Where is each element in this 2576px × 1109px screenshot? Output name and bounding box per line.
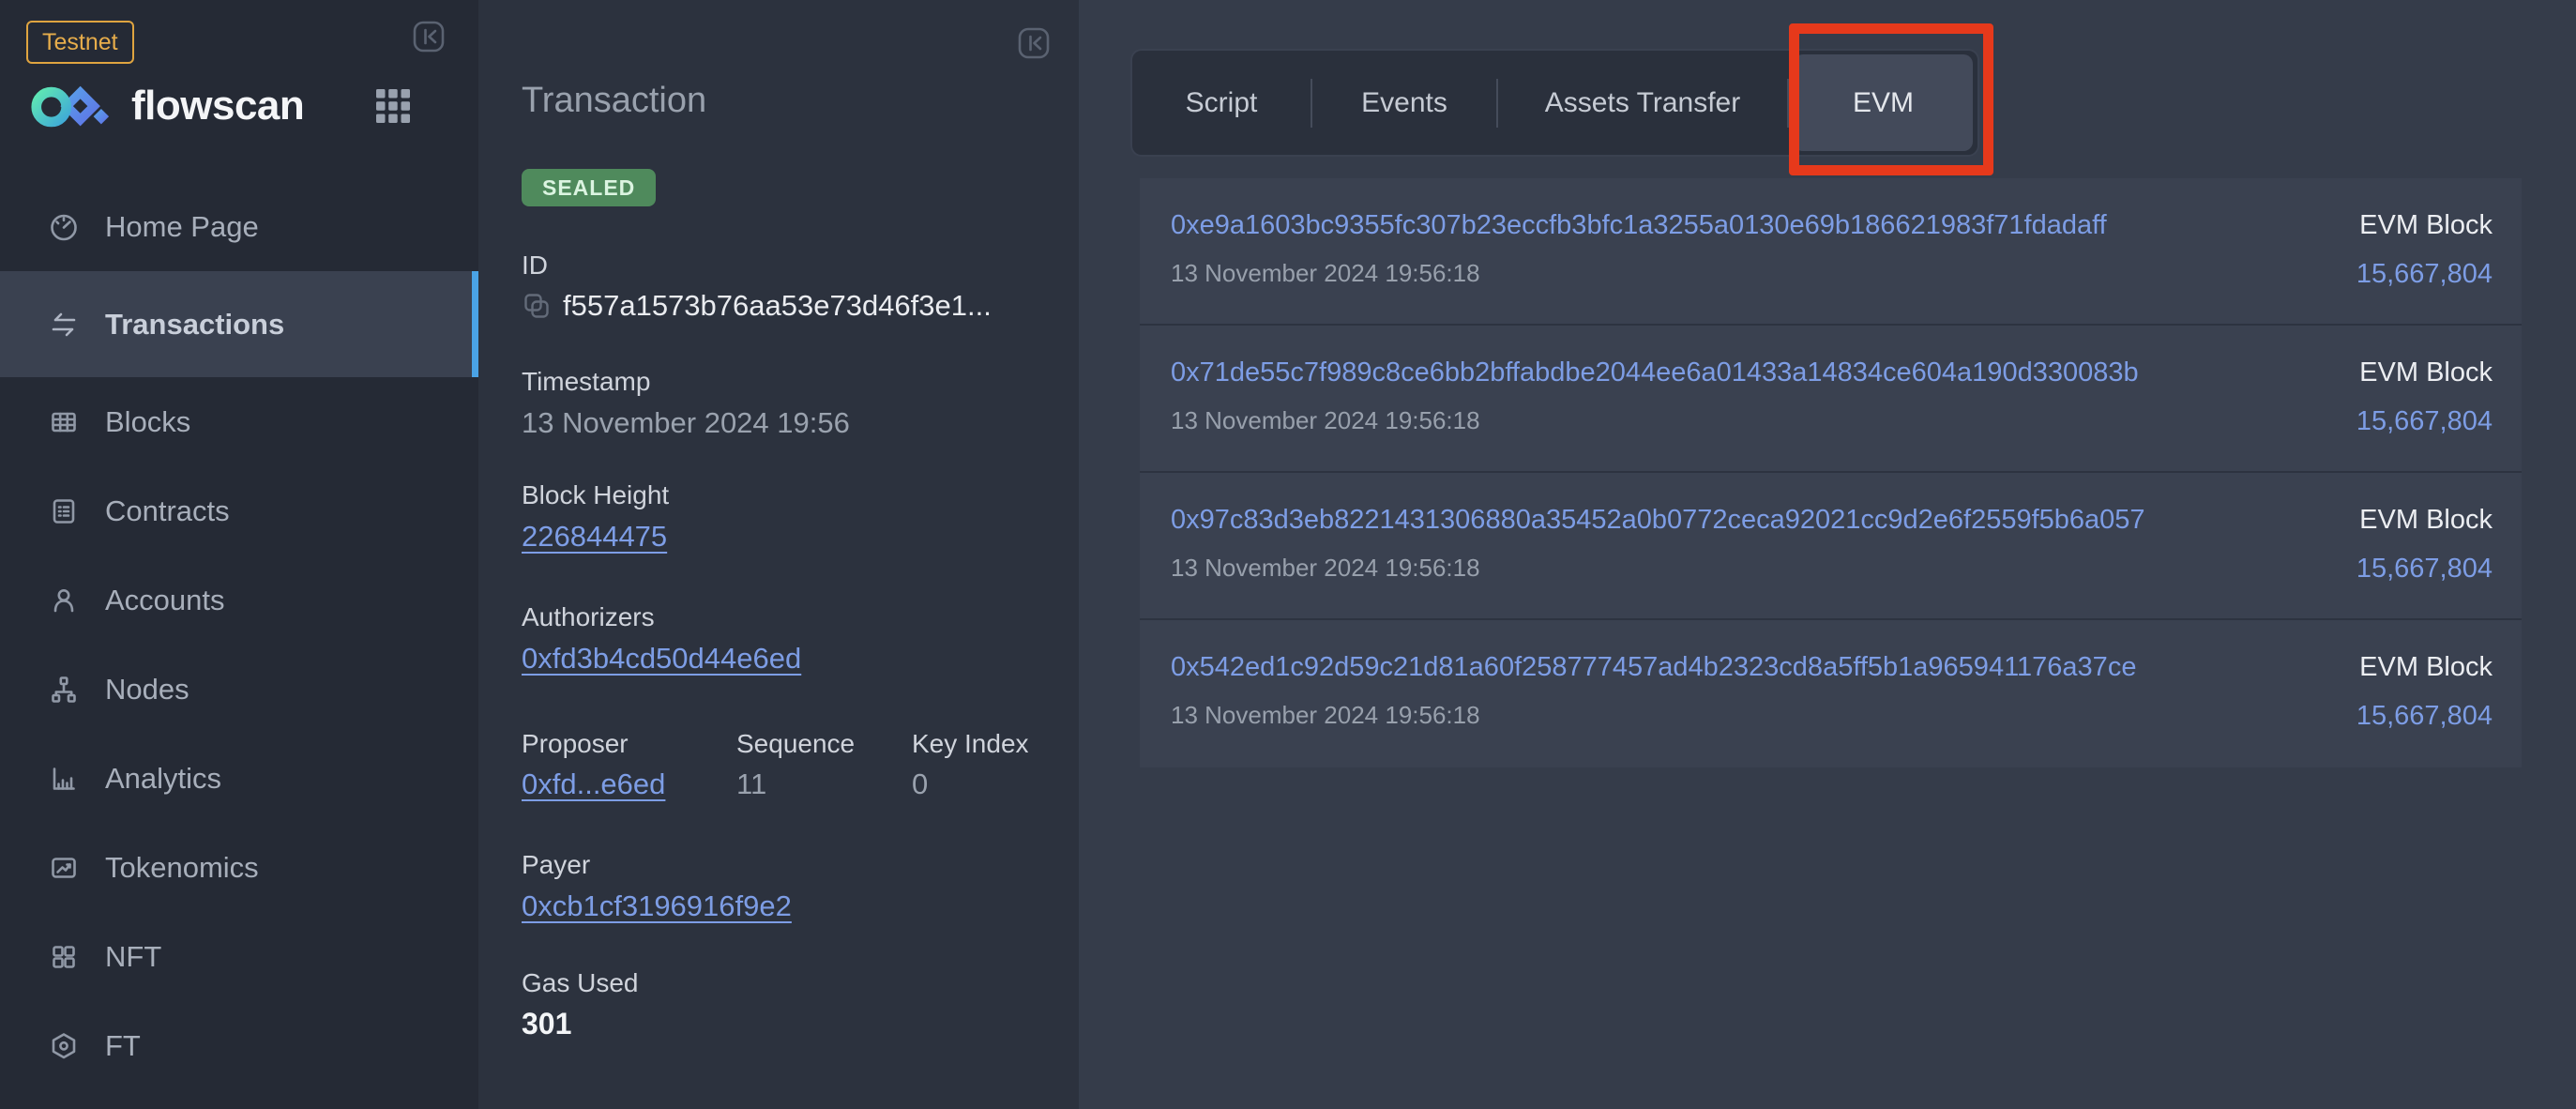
brand-name: flowscan — [131, 83, 304, 129]
collapse-sidebar-icon[interactable] — [413, 21, 445, 53]
tab-events[interactable]: Events — [1312, 51, 1496, 155]
evm-tx-timestamp: 13 November 2024 19:56:18 — [1171, 701, 1480, 730]
sidebar-item-nft[interactable]: NFT — [0, 912, 478, 1001]
bar-chart-icon — [45, 760, 83, 798]
transfer-arrows-icon — [45, 306, 83, 343]
field-block-height: Block Height 226844475 — [522, 479, 669, 554]
field-payer: Payer 0xcb1cf3196916f9e2 — [522, 849, 792, 924]
tab-assets-transfer[interactable]: Assets Transfer — [1498, 51, 1787, 155]
evm-transaction-row: 0x71de55c7f989c8ce6bb2bffabdbe2044ee6a01… — [1140, 326, 2522, 473]
field-label: Authorizers — [522, 601, 801, 633]
status-badge: SEALED — [522, 169, 656, 206]
field-proposer: Proposer 0xfd...e6ed — [522, 728, 665, 802]
sidebar-item-home-page[interactable]: Home Page — [0, 182, 478, 271]
evm-block-number-link[interactable]: 15,667,804 — [2356, 259, 2493, 290]
sidebar-item-accounts[interactable]: Accounts — [0, 555, 478, 645]
gas-used-value: 301 — [522, 1007, 639, 1041]
field-label: Proposer — [522, 728, 665, 760]
field-label: ID — [522, 250, 992, 281]
hierarchy-icon — [45, 671, 83, 708]
tab-evm[interactable]: EVM — [1794, 54, 1973, 151]
sidebar-item-contracts[interactable]: Contracts — [0, 466, 478, 555]
field-authorizers: Authorizers 0xfd3b4cd50d44e6ed — [522, 601, 801, 676]
sidebar-item-label: NFT — [105, 940, 161, 974]
evm-tx-hash-link[interactable]: 0x71de55c7f989c8ce6bb2bffabdbe2044ee6a01… — [1171, 357, 2139, 388]
evm-block-number-link[interactable]: 15,667,804 — [2356, 701, 2493, 732]
transaction-panel: Transaction SEALED ID f557a1573b76aa53e7… — [478, 0, 1079, 1109]
field-label: Gas Used — [522, 967, 639, 999]
person-icon — [45, 582, 83, 619]
evm-transaction-row: 0xe9a1603bc9355fc307b23eccfb3bfc1a3255a0… — [1140, 178, 2522, 326]
sidebar-item-label: Transactions — [105, 308, 284, 342]
sidebar-item-ft[interactable]: FT — [0, 1001, 478, 1090]
proposer-link[interactable]: 0xfd...e6ed — [522, 767, 665, 800]
evm-transaction-list: 0xe9a1603bc9355fc307b23eccfb3bfc1a3255a0… — [1140, 178, 2522, 767]
proposer-row: Proposer 0xfd...e6ed Sequence 11 Key Ind… — [522, 728, 1047, 841]
sidebar-item-label: Accounts — [105, 584, 225, 617]
field-label: Key Index — [912, 728, 1029, 760]
sequence-value: 11 — [736, 767, 855, 802]
tab-divider — [1787, 79, 1789, 128]
sidebar-item-label: FT — [105, 1029, 141, 1063]
grid-2x2-icon — [45, 938, 83, 976]
field-sequence: Sequence 11 — [736, 728, 855, 802]
evm-tx-hash-link[interactable]: 0x97c83d3eb8221431306880a35452a0b0772cec… — [1171, 505, 2145, 536]
evm-block-label: EVM Block — [2359, 505, 2493, 536]
transaction-id-value: f557a1573b76aa53e73d46f3e1... — [563, 288, 992, 324]
block-height-link[interactable]: 226844475 — [522, 520, 667, 553]
evm-tx-hash-link[interactable]: 0x542ed1c92d59c21d81a60f258777457ad4b232… — [1171, 652, 2136, 683]
payer-link[interactable]: 0xcb1cf3196916f9e2 — [522, 889, 792, 922]
field-label: Sequence — [736, 728, 855, 760]
evm-block-number-link[interactable]: 15,667,804 — [2356, 406, 2493, 437]
evm-tx-hash-link[interactable]: 0xe9a1603bc9355fc307b23eccfb3bfc1a3255a0… — [1171, 210, 2107, 241]
brand[interactable]: flowscan — [26, 79, 452, 137]
collapse-panel-icon[interactable] — [1018, 27, 1050, 59]
tab-bar: Script Events Assets Transfer EVM — [1130, 49, 1979, 157]
sidebar-item-label: Contracts — [105, 494, 230, 528]
field-gas-used: Gas Used 301 — [522, 967, 639, 1041]
evm-block-number-link[interactable]: 15,667,804 — [2356, 554, 2493, 585]
evm-tx-timestamp: 13 November 2024 19:56:18 — [1171, 406, 1480, 435]
sidebar-item-nodes[interactable]: Nodes — [0, 645, 478, 734]
document-list-icon — [45, 493, 83, 530]
sidebar-item-label: Analytics — [105, 762, 221, 796]
sidebar-item-label: Home Page — [105, 210, 259, 244]
key-index-value: 0 — [912, 767, 1029, 802]
sidebar-item-tokenomics[interactable]: Tokenomics — [0, 823, 478, 912]
flowscan-logo-icon — [26, 81, 114, 135]
page-title: Transaction — [522, 81, 706, 121]
main-content: Script Events Assets Transfer EVM 0xe9a1… — [1079, 0, 2576, 1109]
gauge-icon — [45, 208, 83, 246]
tab-script[interactable]: Script — [1132, 51, 1311, 155]
evm-transaction-row: 0x97c83d3eb8221431306880a35452a0b0772cec… — [1140, 473, 2522, 620]
field-label: Block Height — [522, 479, 669, 511]
field-timestamp: Timestamp 13 November 2024 19:56 — [522, 366, 850, 441]
sidebar-item-blocks[interactable]: Blocks — [0, 377, 478, 466]
apps-grid-icon[interactable] — [375, 88, 411, 124]
sidebar-item-label: Tokenomics — [105, 851, 259, 885]
evm-tx-timestamp: 13 November 2024 19:56:18 — [1171, 554, 1480, 583]
sidebar-nav: Home Page Transactions Blocks Contracts … — [0, 182, 478, 1090]
sidebar: Testnet flowscan — [0, 0, 478, 1109]
timestamp-value: 13 November 2024 19:56 — [522, 405, 850, 441]
table-grid-icon — [45, 403, 83, 441]
field-label: Payer — [522, 849, 792, 881]
sidebar-item-label: Blocks — [105, 405, 190, 439]
evm-transaction-row: 0x542ed1c92d59c21d81a60f258777457ad4b232… — [1140, 620, 2522, 767]
field-label: Timestamp — [522, 366, 850, 398]
evm-block-label: EVM Block — [2359, 652, 2493, 683]
evm-tx-timestamp: 13 November 2024 19:56:18 — [1171, 259, 1480, 288]
copy-icon[interactable] — [522, 291, 552, 321]
evm-block-label: EVM Block — [2359, 210, 2493, 241]
network-badge: Testnet — [26, 21, 134, 64]
sidebar-item-transactions[interactable]: Transactions — [0, 271, 478, 377]
authorizer-link[interactable]: 0xfd3b4cd50d44e6ed — [522, 642, 801, 675]
field-id: ID f557a1573b76aa53e73d46f3e1... — [522, 250, 992, 324]
sidebar-item-analytics[interactable]: Analytics — [0, 734, 478, 823]
cube-icon — [45, 1027, 83, 1065]
field-key-index: Key Index 0 — [912, 728, 1029, 802]
evm-block-label: EVM Block — [2359, 357, 2493, 388]
sidebar-item-label: Nodes — [105, 673, 189, 706]
line-chart-icon — [45, 849, 83, 887]
